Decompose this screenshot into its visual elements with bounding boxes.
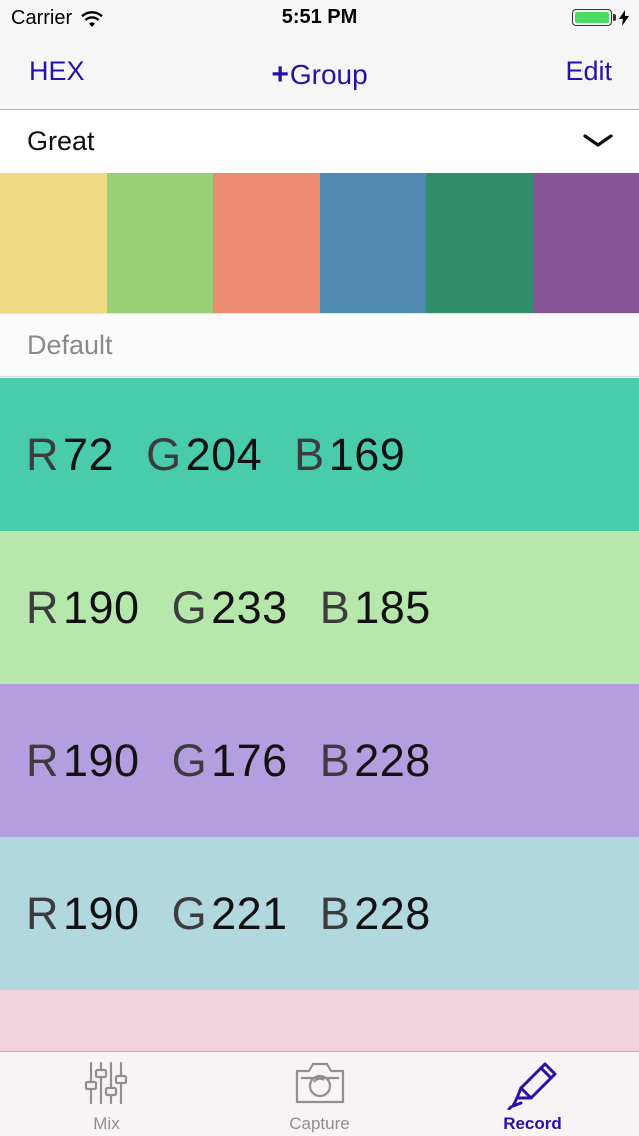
blue-value: 228 xyxy=(354,735,431,786)
palette-strip xyxy=(0,173,639,313)
green-label: G xyxy=(146,429,182,480)
color-row[interactable]: R190 G176 B228 xyxy=(0,684,639,837)
green-value: 176 xyxy=(211,735,288,786)
tab-mix-label: Mix xyxy=(93,1114,120,1133)
battery-nub xyxy=(613,14,616,21)
red-value: 72 xyxy=(63,429,115,480)
add-group-label: Group xyxy=(289,59,368,90)
chevron-down-icon[interactable] xyxy=(582,133,614,149)
navigation-bar: HEX +Group Edit xyxy=(0,40,639,110)
red-value: 190 xyxy=(63,888,140,939)
tab-record[interactable]: Record xyxy=(426,1052,639,1136)
green-value: 221 xyxy=(211,888,288,939)
green-value: 204 xyxy=(185,429,263,480)
green-label: G xyxy=(171,582,208,633)
battery-fill xyxy=(575,12,609,23)
section-header: Default xyxy=(0,313,639,377)
blue-label: B xyxy=(319,735,351,786)
tab-capture[interactable]: Capture xyxy=(213,1052,426,1136)
blue-value: 185 xyxy=(354,582,431,633)
palette-swatch[interactable] xyxy=(213,173,320,313)
red-label: R xyxy=(26,582,59,633)
plus-icon: + xyxy=(271,58,289,91)
charging-bolt-icon xyxy=(619,9,629,26)
green-label: G xyxy=(171,735,208,786)
section-title: Default xyxy=(27,330,113,360)
green-label: G xyxy=(171,888,208,939)
pencil-icon xyxy=(507,1062,556,1110)
palette-swatch[interactable] xyxy=(106,173,213,313)
rgb-values: R190 G221 B228 xyxy=(26,888,463,940)
color-row[interactable]: R72 G204 B169 xyxy=(0,378,639,531)
palette-swatch[interactable] xyxy=(0,173,107,313)
group-selector[interactable]: Great xyxy=(0,110,639,173)
rgb-values: R190 G233 B185 xyxy=(26,582,463,634)
color-list: R72 G204 B169 R190 G233 B185 R190 G176 B228 R190 G… xyxy=(0,378,639,1136)
sliders-icon xyxy=(84,1061,127,1105)
add-group-button[interactable]: +Group xyxy=(0,58,639,92)
tab-mix[interactable]: Mix xyxy=(0,1052,213,1136)
group-selector-value: Great xyxy=(27,126,95,156)
green-value: 233 xyxy=(211,582,288,633)
battery-icon xyxy=(572,9,612,26)
tab-record-label: Record xyxy=(503,1114,562,1133)
status-bar: Carrier 5:51 PM xyxy=(0,0,639,40)
color-row[interactable]: R190 G233 B185 xyxy=(0,531,639,684)
blue-label: B xyxy=(319,888,351,939)
blue-label: B xyxy=(319,582,351,633)
status-time: 5:51 PM xyxy=(281,6,358,28)
palette-swatch[interactable] xyxy=(319,173,426,313)
blue-value: 228 xyxy=(354,888,431,939)
palette-swatch[interactable] xyxy=(426,173,533,313)
tab-capture-label: Capture xyxy=(289,1114,350,1133)
red-value: 190 xyxy=(63,582,140,633)
rgb-values: R190 G176 B228 xyxy=(26,735,463,787)
blue-label: B xyxy=(294,429,325,480)
tab-bar: Mix Capture Record xyxy=(0,1051,639,1136)
color-row[interactable]: R190 G221 B228 xyxy=(0,837,639,990)
red-value: 190 xyxy=(63,735,140,786)
camera-icon xyxy=(295,1062,344,1104)
red-label: R xyxy=(26,888,59,939)
screen: Carrier 5:51 PM HEX +Group Edit Great De… xyxy=(0,0,639,1136)
red-label: R xyxy=(26,735,59,786)
palette-swatch[interactable] xyxy=(532,173,639,313)
rgb-values: R72 G204 B169 xyxy=(26,429,437,481)
blue-value: 169 xyxy=(328,429,406,480)
battery-indicator xyxy=(572,9,629,26)
red-label: R xyxy=(26,429,59,480)
edit-button[interactable]: Edit xyxy=(565,56,612,87)
